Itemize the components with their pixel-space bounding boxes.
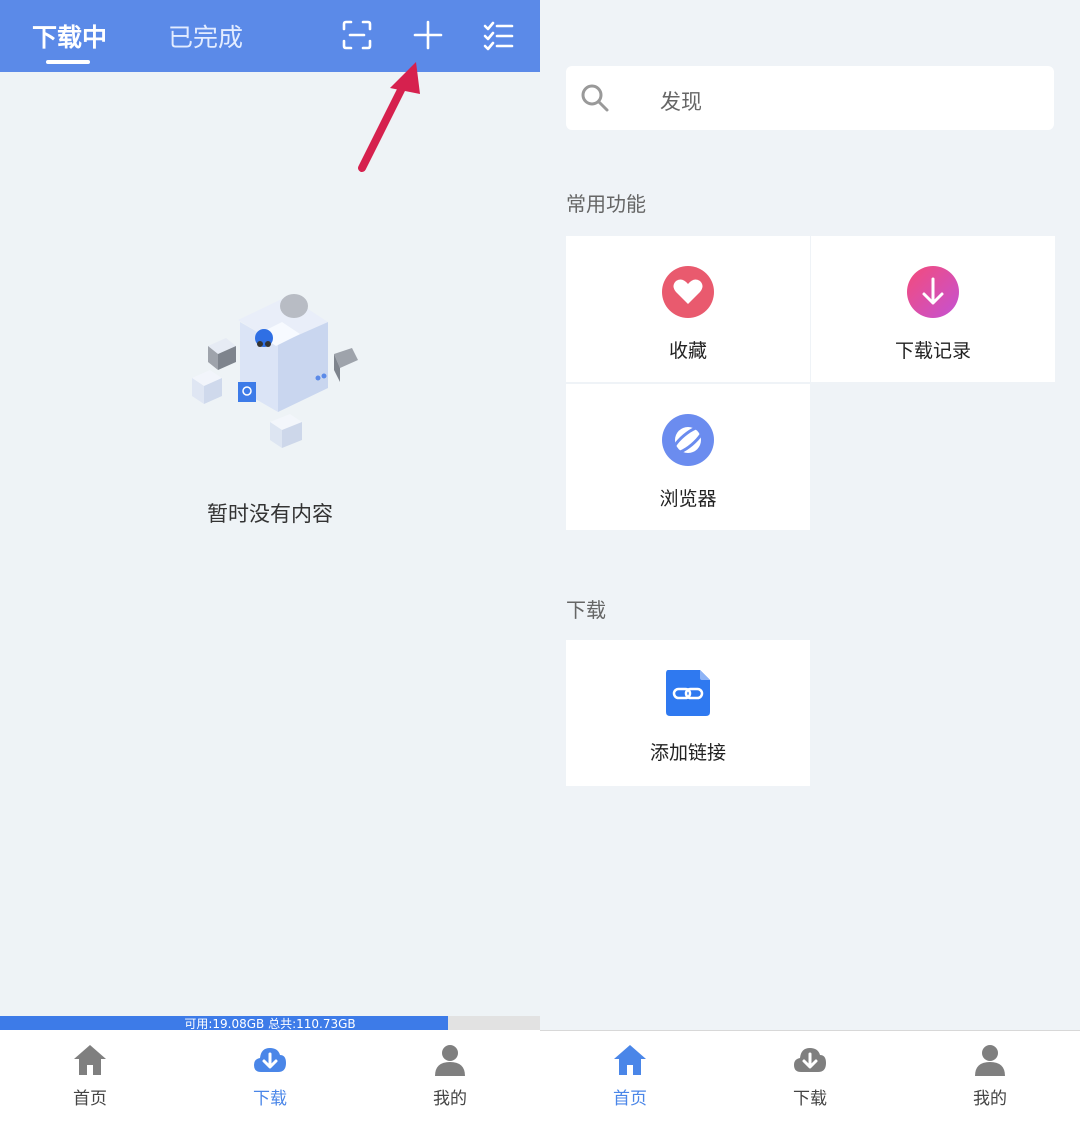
nav-profile-label: 我的 (433, 1089, 467, 1109)
add-link-label: 添加链接 (649, 742, 726, 764)
browser-card[interactable]: 浏览器 (566, 384, 810, 530)
download-history-card[interactable]: 下载记录 (811, 236, 1055, 382)
search-input[interactable]: 发现 (566, 66, 1054, 130)
cloud-download-icon (252, 1042, 288, 1078)
empty-state-text: 暂时没有内容 (207, 502, 333, 526)
person-icon (972, 1042, 1008, 1078)
cloud-download-icon (792, 1042, 828, 1078)
nav-profile[interactable]: 我的 (360, 1030, 540, 1128)
heart-icon (662, 266, 714, 318)
person-icon (432, 1042, 468, 1078)
annotation-arrow (350, 58, 430, 178)
empty-box-illustration (178, 282, 368, 462)
search-placeholder: 发现 (660, 90, 702, 114)
search-icon (580, 83, 610, 113)
storage-text: 可用:19.08GB 总共:110.73GB (184, 1017, 356, 1030)
section-title-download: 下载 (566, 598, 606, 622)
favorites-label: 收藏 (668, 340, 707, 362)
nav-home[interactable]: 首页 (0, 1030, 180, 1128)
download-tabs-header: 下载中 已完成 (0, 0, 540, 72)
nav-home-label: 首页 (613, 1089, 647, 1109)
storage-progress-bar: 可用:19.08GB 总共:110.73GB (0, 1016, 540, 1030)
bottom-nav-left: 首页 下载 我的 (0, 1030, 540, 1128)
nav-download[interactable]: 下载 (720, 1030, 900, 1128)
discover-panel: 发现 常用功能 收藏 下载记录 浏览器 下载 添加链接 首页 下载 我的 (540, 0, 1080, 1128)
bottom-nav-right: 首页 下载 我的 (540, 1030, 1080, 1128)
tab-completed[interactable]: 已完成 (168, 18, 243, 54)
section-title-common: 常用功能 (566, 192, 646, 216)
nav-profile-label: 我的 (973, 1089, 1007, 1109)
download-arrow-icon (907, 266, 959, 318)
browser-label: 浏览器 (659, 488, 717, 510)
nav-download-label: 下载 (253, 1089, 287, 1109)
link-document-icon (662, 666, 714, 718)
nav-download[interactable]: 下载 (180, 1030, 360, 1128)
planet-browser-icon (662, 414, 714, 466)
scan-icon[interactable] (340, 18, 374, 52)
active-tab-indicator (46, 60, 90, 64)
add-icon[interactable] (411, 18, 445, 52)
home-icon (72, 1042, 108, 1078)
downloads-panel: 下载中 已完成 暂时没有内容 可用:19.08GB 总共:110.73GB 首页… (0, 0, 540, 1128)
nav-download-label: 下载 (793, 1089, 827, 1109)
home-icon (612, 1042, 648, 1078)
nav-home-label: 首页 (73, 1089, 107, 1109)
favorites-card[interactable]: 收藏 (566, 236, 810, 382)
nav-home[interactable]: 首页 (540, 1030, 720, 1128)
checklist-icon[interactable] (481, 18, 515, 52)
tab-downloading[interactable]: 下载中 (32, 18, 107, 54)
nav-divider (540, 1030, 1080, 1031)
nav-profile[interactable]: 我的 (900, 1030, 1080, 1128)
download-history-label: 下载记录 (894, 340, 971, 362)
add-link-card[interactable]: 添加链接 (566, 640, 810, 786)
